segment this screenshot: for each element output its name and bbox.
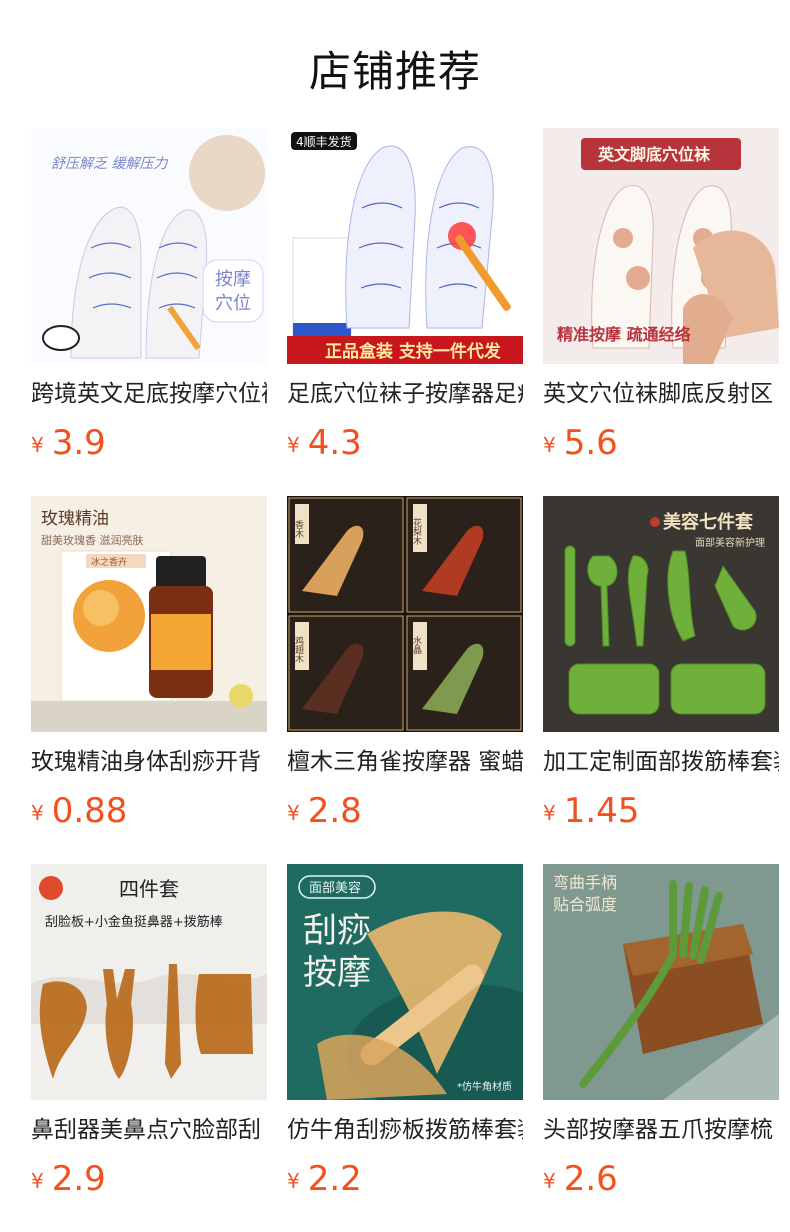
product-card[interactable]: 面部美容 刮痧 按摩 *仿牛角材质 仿牛角刮痧板拨筋棒套装 ¥2.2 [287,864,523,1200]
image-caption-1: 弯曲手柄 [553,873,617,892]
product-image[interactable]: 香木 花梨木 鸡翅木 水晶 [287,496,523,732]
price-value: 4.3 [307,423,362,463]
product-price: ¥5.6 [543,422,779,464]
product-card[interactable]: 玫瑰精油 甜美玫瑰香 滋润亮肤 冰之香卉 玫瑰精油身体刮痧开背 ¥0.88 [31,496,267,832]
product-price: ¥2.6 [543,1158,779,1200]
brand-label: 冰之香卉 [91,556,127,568]
product-name[interactable]: 英文穴位袜脚底反射区 [543,378,779,410]
price-value: 5.6 [563,423,618,463]
product-image[interactable]: 4顺丰发货 正品盒装 支持一件代发 [287,128,523,364]
price-value: 2.9 [51,1159,106,1199]
product-card[interactable]: 香木 花梨木 鸡翅木 水晶 檀木三角雀按摩器 蜜蜡 ¥2.8 [287,496,523,832]
product-card[interactable]: 舒压解乏 缓解压力 按摩 穴位 跨境英文足底按摩穴位袜 ¥3.9 [31,128,267,464]
product-price: ¥2.9 [31,1158,267,1200]
image-headline-2: 按摩 [303,953,371,993]
image-badge-line1: 按摩 [215,269,251,290]
currency-symbol: ¥ [31,801,44,825]
product-price: ¥1.45 [543,790,779,832]
product-price: ¥2.8 [287,790,523,832]
product-name[interactable]: 玫瑰精油身体刮痧开背 [31,746,267,778]
price-value: 1.45 [563,791,640,831]
product-name[interactable]: 仿牛角刮痧板拨筋棒套装 [287,1114,523,1146]
price-value: 3.9 [51,423,106,463]
product-card[interactable]: 四件套 刮脸板+小金鱼挺鼻器+拨筋棒 鼻刮器美鼻点穴脸部刮 ¥2.9 [31,864,267,1200]
image-caption: 舒压解乏 缓解压力 [51,156,168,172]
currency-symbol: ¥ [543,433,556,457]
price-value: 2.6 [563,1159,618,1199]
currency-symbol: ¥ [287,433,300,457]
product-card[interactable]: 4顺丰发货 正品盒装 支持一件代发 足底穴位袜子按摩器足疗 ¥4.3 [287,128,523,464]
variant-label: 鸡翅木 [293,635,304,664]
product-name[interactable]: 跨境英文足底按摩穴位袜 [31,378,267,410]
currency-symbol: ¥ [287,801,300,825]
currency-symbol: ¥ [287,1169,300,1193]
image-header: 四件套 [119,877,179,901]
price-value: 2.8 [307,791,362,831]
image-subheader: 面部美容新护理 [695,536,765,549]
variant-label: 花梨木 [411,517,422,546]
product-card[interactable]: 美容七件套 面部美容新护理 加工定制面部拨筋棒套装 ¥1.45 [543,496,779,832]
image-subheader: 甜美玫瑰香 滋润亮肤 [41,533,144,547]
shipping-badge: 4顺丰发货 [296,134,352,149]
image-subheader: 刮脸板+小金鱼挺鼻器+拨筋棒 [45,914,223,930]
price-value: 0.88 [51,791,128,831]
variant-label: 香木 [293,520,304,539]
image-headline-1: 刮痧 [303,911,371,951]
image-caption: 精准按摩 疏通经络 [557,325,691,344]
product-price: ¥3.9 [31,422,267,464]
product-image[interactable]: 面部美容 刮痧 按摩 *仿牛角材质 [287,864,523,1100]
product-name[interactable]: 檀木三角雀按摩器 蜜蜡 [287,746,523,778]
product-name[interactable]: 足底穴位袜子按摩器足疗 [287,378,523,410]
price-value: 2.2 [307,1159,362,1199]
banner-text: 正品盒装 支持一件代发 [325,341,502,362]
product-name[interactable]: 头部按摩器五爪按摩梳 [543,1114,779,1146]
image-tag: 面部美容 [309,880,361,896]
image-caption-2: 贴合弧度 [553,895,617,914]
currency-symbol: ¥ [31,1169,44,1193]
product-image[interactable]: 弯曲手柄 贴合弧度 [543,864,779,1100]
product-card[interactable]: 弯曲手柄 贴合弧度 头部按摩器五爪按摩梳 ¥2.6 [543,864,779,1200]
material-note: *仿牛角材质 [457,1080,512,1093]
product-price: ¥2.2 [287,1158,523,1200]
product-price: ¥0.88 [31,790,267,832]
currency-symbol: ¥ [31,433,44,457]
variant-label: 水晶 [411,635,422,655]
product-image[interactable]: 玫瑰精油 甜美玫瑰香 滋润亮肤 冰之香卉 [31,496,267,732]
product-price: ¥4.3 [287,422,523,464]
page-title: 店铺推荐 [308,47,481,96]
product-image[interactable]: 英文脚底穴位袜 精准按摩 疏通经络 [543,128,779,364]
image-header: 英文脚底穴位袜 [597,145,711,164]
image-header: 美容七件套 [663,511,753,533]
image-badge-line2: 穴位 [215,293,251,314]
image-header: 玫瑰精油 [41,509,109,529]
product-name[interactable]: 加工定制面部拨筋棒套装 [543,746,779,778]
currency-symbol: ¥ [543,801,556,825]
currency-symbol: ¥ [543,1169,556,1193]
product-image[interactable]: 舒压解乏 缓解压力 按摩 穴位 [31,128,267,364]
product-card[interactable]: 英文脚底穴位袜 精准按摩 疏通经络 英文穴位袜脚底反射区 ¥5.6 [543,128,779,464]
product-image[interactable]: 美容七件套 面部美容新护理 [543,496,779,732]
product-image[interactable]: 四件套 刮脸板+小金鱼挺鼻器+拨筋棒 [31,864,267,1100]
product-name[interactable]: 鼻刮器美鼻点穴脸部刮 [31,1114,267,1146]
